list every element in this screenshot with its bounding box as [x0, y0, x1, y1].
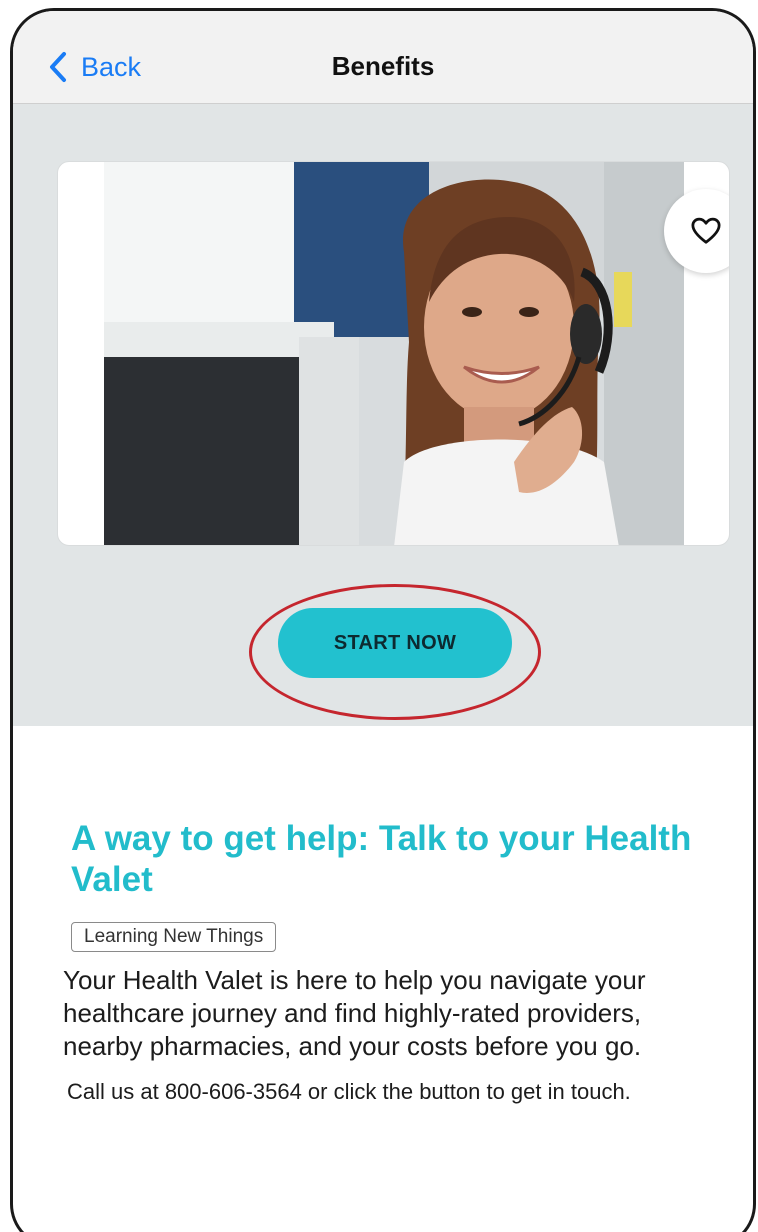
- heart-icon: [691, 217, 721, 244]
- start-now-button[interactable]: START NOW: [278, 608, 512, 678]
- article-content: A way to get help: Talk to your Health V…: [13, 726, 753, 1107]
- contact-text: Call us at 800-606-3564 or click the but…: [67, 1079, 631, 1104]
- category-tag: Learning New Things: [71, 922, 277, 952]
- article-description: Your Health Valet is here to help you na…: [63, 965, 646, 1061]
- hero-image-card: [57, 161, 730, 546]
- agent-photo: [104, 162, 684, 545]
- page-title: Benefits: [331, 51, 435, 81]
- article-headline: A way to get help: Talk to your Health V…: [71, 819, 692, 899]
- hero-section: START NOW: [13, 104, 753, 726]
- phone-frame: Back Benefits START NOW A way to get hel…: [10, 8, 756, 1232]
- navigation-bar: Back Benefits: [13, 11, 753, 104]
